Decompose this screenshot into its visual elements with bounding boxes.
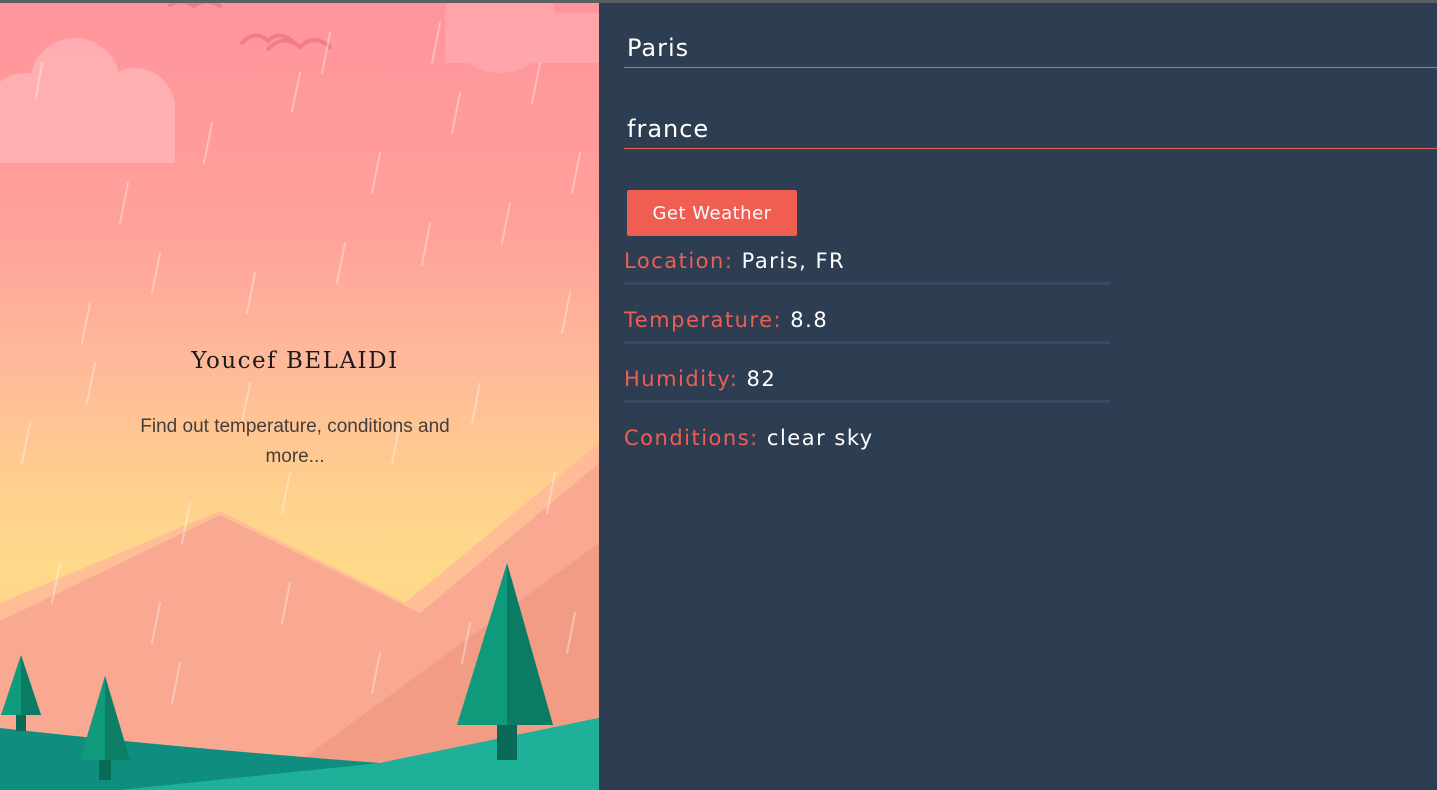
result-value: clear sky: [766, 426, 874, 450]
result-label: Temperature:: [624, 308, 783, 332]
cloud-icon: [0, 38, 175, 163]
hero-panel: Youcef BELAIDI Find out temperature, con…: [0, 3, 599, 790]
result-row-humidity: Humidity: 82: [624, 367, 1110, 403]
hero-title: Youcef BELAIDI: [191, 348, 399, 374]
result-row-location: Location: Paris, FR: [624, 249, 1110, 285]
result-label: Humidity:: [624, 367, 739, 391]
get-weather-button[interactable]: Get Weather: [627, 190, 797, 236]
weather-panel: Get Weather Location: Paris, FR Temperat…: [599, 3, 1437, 790]
result-value: 82: [746, 367, 777, 391]
hero-subtitle: Find out temperature, conditions and mor…: [140, 416, 450, 467]
result-value: Paris, FR: [741, 249, 846, 273]
result-row-temperature: Temperature: 8.8: [624, 308, 1110, 344]
hero-text: Youcef BELAIDI Find out temperature, con…: [0, 348, 590, 472]
result-label: Location:: [624, 249, 734, 273]
birds-icon: [168, 3, 332, 51]
country-input[interactable]: [624, 110, 1437, 149]
result-label: Conditions:: [624, 426, 759, 450]
city-input[interactable]: [624, 29, 1437, 68]
result-row-conditions: Conditions: clear sky: [624, 426, 1110, 459]
result-value: 8.8: [790, 308, 829, 332]
